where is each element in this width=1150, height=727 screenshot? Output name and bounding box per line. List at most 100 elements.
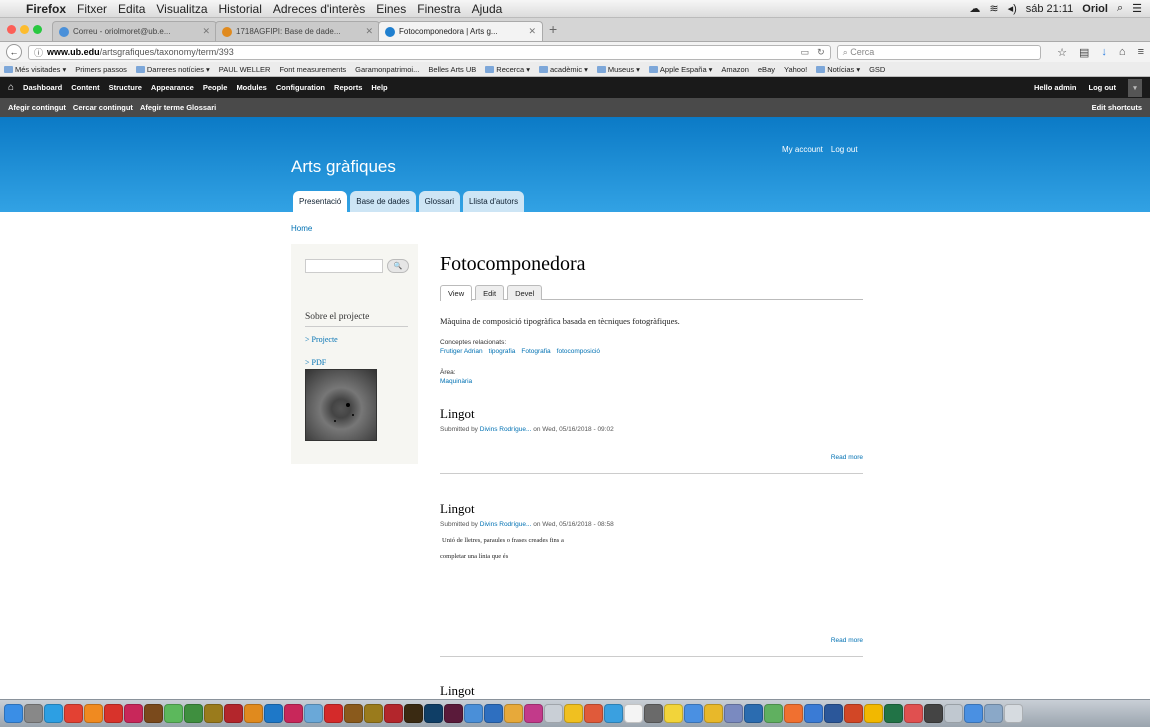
flash-icon[interactable]	[384, 704, 403, 723]
menu-item[interactable]: Finestra	[417, 2, 460, 16]
menu-item[interactable]: Eines	[376, 2, 406, 16]
bookmark-item[interactable]: Primers passos	[75, 65, 127, 74]
admin-menu-item[interactable]: Reports	[334, 83, 362, 92]
projecte-link[interactable]: > Projecte	[305, 335, 418, 344]
volume-icon[interactable]: ◂)	[1008, 2, 1017, 15]
menu-item[interactable]: Edita	[118, 2, 145, 16]
new-tab-icon[interactable]: +	[541, 21, 565, 41]
flash-icon[interactable]	[224, 704, 243, 723]
admin-menu-item[interactable]: Appearance	[151, 83, 194, 92]
admin-logout-link[interactable]: Log out	[1089, 83, 1117, 92]
bookmark-item[interactable]: Belles Arts UB	[428, 65, 476, 74]
primary-tab-autors[interactable]: Llista d'autors	[462, 191, 525, 212]
browser-tab[interactable]: 1718AGFIPI: Base de dade... ✕	[215, 21, 380, 41]
wifi-icon[interactable]: ≋	[989, 2, 998, 15]
menu-item[interactable]: Historial	[219, 2, 262, 16]
primary-tab-glossari[interactable]: Glossari	[418, 191, 460, 212]
shortcut-link[interactable]: Cercar contingut	[73, 103, 133, 112]
teaser-title[interactable]: Lingot	[440, 406, 475, 422]
chrome-icon[interactable]	[64, 704, 83, 723]
teaser-title[interactable]: Lingot	[440, 683, 475, 699]
app-icon[interactable]	[304, 704, 323, 723]
related-link[interactable]: tipografia	[489, 348, 516, 355]
tab-devel[interactable]: Devel	[507, 285, 543, 300]
tab-close-icon[interactable]: ✕	[365, 26, 373, 37]
app-icon[interactable]	[544, 704, 563, 723]
bookmark-item[interactable]: Garamonpatrimoi...	[355, 65, 419, 74]
photoshop-icon[interactable]	[264, 704, 283, 723]
app-icon[interactable]	[864, 704, 883, 723]
bookmark-item[interactable]: Recerca ▾	[485, 65, 530, 74]
teaser-title[interactable]: Lingot	[440, 501, 475, 517]
reader-icon[interactable]: ▭	[801, 47, 810, 58]
hamburger-menu-icon[interactable]: ≡	[1138, 46, 1144, 59]
bookmark-item[interactable]: Més visitades ▾	[4, 65, 66, 74]
app-icon[interactable]	[484, 704, 503, 723]
app-icon[interactable]	[524, 704, 543, 723]
browser-tab[interactable]: Correu - oriolmoret@ub.e... ✕	[52, 21, 217, 41]
url-bar[interactable]: ⓘ www.ub.edu/artsgrafiques/taxonomy/term…	[27, 44, 831, 60]
bookmark-item[interactable]: eBay	[758, 65, 775, 74]
app-icon[interactable]	[464, 704, 483, 723]
app-icon[interactable]	[744, 704, 763, 723]
safari-icon[interactable]	[44, 704, 63, 723]
logout-link[interactable]: Log out	[831, 145, 858, 154]
tab-edit[interactable]: Edit	[475, 285, 505, 300]
shortcut-link[interactable]: Afegir contingut	[8, 103, 66, 112]
edit-shortcuts-link[interactable]: Edit shortcuts	[1092, 103, 1142, 112]
calendar-icon[interactable]	[624, 704, 643, 723]
app-icon[interactable]	[904, 704, 923, 723]
reload-icon[interactable]: ↻	[817, 47, 825, 58]
bookmark-item[interactable]: Darreres notícies ▾	[135, 65, 210, 74]
menu-app[interactable]: Firefox	[26, 2, 66, 16]
author-link[interactable]: Divins Rodrígue...	[480, 521, 532, 528]
toolbar-toggle-icon[interactable]: ▾	[1128, 78, 1142, 97]
bookmark-star-icon[interactable]: ☆	[1057, 46, 1067, 59]
bookmark-item[interactable]: GSD	[869, 65, 885, 74]
close-window-icon[interactable]	[7, 25, 16, 34]
app-icon[interactable]	[164, 704, 183, 723]
bookmark-item[interactable]: Notícias ▾	[816, 65, 860, 74]
launchpad-icon[interactable]	[24, 704, 43, 723]
related-link[interactable]: Fotografia	[521, 348, 550, 355]
site-name[interactable]: Arts gràfiques	[291, 157, 396, 177]
hello-user[interactable]: Hello admin	[1034, 83, 1077, 92]
minimize-window-icon[interactable]	[20, 25, 29, 34]
app-icon[interactable]	[704, 704, 723, 723]
my-account-link[interactable]: My account	[782, 145, 823, 154]
info-icon[interactable]: ⓘ	[34, 46, 43, 59]
bridge-icon[interactable]	[144, 704, 163, 723]
search-input[interactable]: ⌕ Cerca	[836, 44, 1042, 60]
excel-icon[interactable]	[884, 704, 903, 723]
app-icon[interactable]	[924, 704, 943, 723]
powerpoint-icon[interactable]	[844, 704, 863, 723]
fireworks-icon[interactable]	[204, 704, 223, 723]
bookmark-item[interactable]: Font measurements	[279, 65, 346, 74]
admin-menu-item[interactable]: Content	[71, 83, 99, 92]
menu-item[interactable]: Fitxer	[77, 2, 107, 16]
shortcut-link[interactable]: Afegir terme Glossari	[140, 103, 216, 112]
folder-icon[interactable]	[504, 704, 523, 723]
app-icon[interactable]	[644, 704, 663, 723]
cloud-icon[interactable]: ☁	[969, 2, 980, 15]
firefox-icon[interactable]	[84, 704, 103, 723]
area-value-link[interactable]: Maquinària	[440, 378, 472, 385]
app-icon[interactable]	[784, 704, 803, 723]
pdf-link[interactable]: > PDF	[305, 358, 418, 367]
menu-item[interactable]: Visualitza	[156, 2, 207, 16]
app-icon[interactable]	[684, 704, 703, 723]
tab-view[interactable]: View	[440, 285, 473, 301]
primary-tab-base-de-dades[interactable]: Base de dades	[350, 191, 416, 212]
back-icon[interactable]: ←	[6, 44, 22, 60]
app-icon[interactable]	[724, 704, 743, 723]
admin-menu-item[interactable]: Configuration	[276, 83, 325, 92]
app-icon[interactable]	[564, 704, 583, 723]
home-icon[interactable]: ⌂	[1119, 46, 1126, 59]
clock[interactable]: sáb 21:11	[1026, 3, 1074, 15]
search-icon[interactable]: 🔍	[387, 259, 409, 273]
notification-icon[interactable]: ☰	[1132, 2, 1142, 15]
bookmarks-list-icon[interactable]: ▤	[1079, 46, 1089, 59]
fireworks-icon[interactable]	[364, 704, 383, 723]
indesign-icon[interactable]	[124, 704, 143, 723]
breadcrumb[interactable]: Home	[291, 224, 312, 233]
